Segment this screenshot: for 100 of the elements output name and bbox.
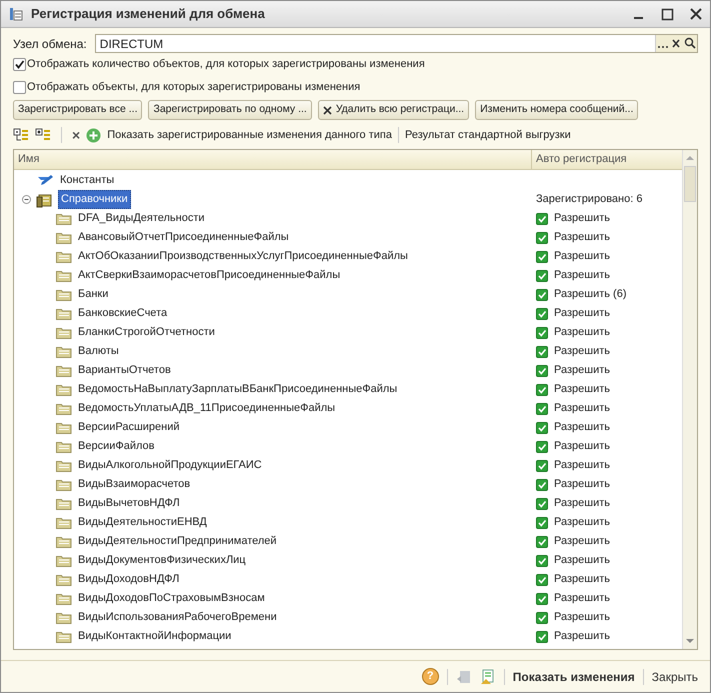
checkbox[interactable] xyxy=(536,516,548,528)
tree-item[interactable]: ВидыАлкогольнойПродукцииЕГАИС xyxy=(78,457,262,474)
action-button[interactable]: Изменить номера сообщений... xyxy=(475,100,638,120)
checkbox[interactable] xyxy=(536,346,548,358)
add-icon[interactable] xyxy=(86,128,102,142)
tree-item[interactable]: АктОбОказанииПроизводственныхУслугПрисоединенныеФайлы xyxy=(78,248,408,265)
search-icon[interactable] xyxy=(683,35,697,52)
tree-item[interactable]: ВерсииФайлов xyxy=(78,438,154,455)
folder-icon xyxy=(56,269,72,282)
toolbar-link[interactable]: Показать зарегистрированные изменения данного типа xyxy=(107,126,392,144)
checkbox[interactable] xyxy=(536,440,548,452)
folder-icon xyxy=(56,554,72,567)
action-button[interactable]: Зарегистрировать по одному ... xyxy=(148,100,312,120)
expand-icon[interactable] xyxy=(35,128,51,142)
checkbox[interactable] xyxy=(13,58,26,71)
folder-icon xyxy=(56,611,72,624)
tree-item[interactable]: DFA_ВидыДеятельности xyxy=(78,210,205,227)
delete-button[interactable]: Удалить всю регистраци... xyxy=(318,100,470,120)
folder-icon xyxy=(56,497,72,510)
folder-icon xyxy=(56,478,72,491)
folder-icon xyxy=(56,421,72,434)
checkbox[interactable] xyxy=(536,232,548,244)
checkbox[interactable] xyxy=(536,402,548,414)
checkbox[interactable] xyxy=(536,536,548,548)
auto-registration-text: Разрешить xyxy=(554,420,610,436)
tree-item[interactable]: ВидыДеятельностиПредпринимателей xyxy=(78,533,277,550)
tree-item[interactable]: ВидыДокументовФизическихЛиц xyxy=(78,552,246,569)
close-button[interactable]: Закрыть xyxy=(652,668,698,686)
checkbox[interactable] xyxy=(536,592,548,604)
checkbox[interactable] xyxy=(536,250,548,262)
close-icon xyxy=(322,106,332,114)
folder-icon xyxy=(56,516,72,529)
checkbox[interactable] xyxy=(536,612,548,624)
books-icon xyxy=(36,192,54,208)
auto-registration-text: Разрешить xyxy=(554,534,610,550)
delete-tool-button[interactable]: × xyxy=(72,124,80,146)
collapse-toggle-icon[interactable] xyxy=(22,195,31,204)
more-icon[interactable] xyxy=(655,35,669,52)
checkbox[interactable] xyxy=(536,574,548,586)
folder-icon xyxy=(56,326,72,339)
auto-registration-text: Разрешить xyxy=(554,268,610,284)
tree-item[interactable]: ВидыИспользованияРабочегоВремени xyxy=(78,609,277,626)
checkbox[interactable] xyxy=(536,308,548,320)
column-header[interactable]: Имя xyxy=(14,150,532,169)
tree-item[interactable]: Константы xyxy=(58,172,116,189)
tree-item[interactable]: ВерсииРасширений xyxy=(78,419,180,436)
tree-item[interactable]: АктСверкиВзаиморасчетовПрисоединенныеФайлы xyxy=(78,267,340,284)
tree-item[interactable]: Справочники xyxy=(58,190,131,209)
checkbox[interactable] xyxy=(536,460,548,472)
auto-registration-text: Разрешить xyxy=(554,591,610,606)
checkbox[interactable] xyxy=(536,384,548,396)
folder-icon xyxy=(56,459,72,472)
tree-item[interactable]: ВидыДоходовНДФЛ xyxy=(78,571,180,588)
tree-item[interactable]: ВидыДеятельностиЕНВД xyxy=(78,514,207,531)
checkbox[interactable] xyxy=(13,81,26,94)
auto-registration-text: Разрешить xyxy=(554,553,610,568)
auto-registration-text: Разрешить xyxy=(554,249,610,264)
tree-item[interactable]: ВидыВзаиморасчетов xyxy=(78,476,190,493)
checkbox[interactable] xyxy=(536,554,548,566)
tree-item[interactable]: ВидыДоходовПоСтраховымВзносам xyxy=(78,590,265,607)
folder-icon xyxy=(56,250,72,263)
tree-item[interactable]: АвансовыйОтчетПрисоединенныеФайлы xyxy=(78,229,289,246)
toolbar-link[interactable]: Результат стандартной выгрузки xyxy=(404,126,571,144)
tree-item[interactable]: БланкиСтрогойОтчетности xyxy=(78,324,215,341)
checkbox[interactable] xyxy=(536,422,548,434)
checkbox[interactable] xyxy=(536,478,548,490)
document-icon[interactable] xyxy=(480,668,496,684)
tree-item[interactable]: ВариантыОтчетов xyxy=(78,362,171,379)
auto-registration-text: Разрешить xyxy=(554,496,610,512)
checkbox[interactable] xyxy=(536,630,548,642)
close-icon[interactable] xyxy=(690,8,702,20)
tree-item[interactable]: Банки xyxy=(78,286,108,303)
folder-icon xyxy=(56,573,72,586)
auto-registration-text: Разрешить xyxy=(554,515,610,530)
node-input-field[interactable]: DIRECTUM xyxy=(94,34,698,53)
checkbox[interactable] xyxy=(536,364,548,376)
tree-item[interactable]: ВидыКонтактнойИнформации xyxy=(78,628,232,645)
tree-item[interactable]: ВедомостьУплатыАДВ_11ПрисоединенныеФайлы xyxy=(78,400,336,417)
field-label: Узел обмена: xyxy=(13,36,87,52)
scrollbar[interactable] xyxy=(682,150,697,649)
checkbox[interactable] xyxy=(536,288,548,300)
action-button[interactable]: Зарегистрировать все ... xyxy=(13,100,142,120)
checkbox[interactable] xyxy=(536,326,548,338)
checkbox[interactable] xyxy=(536,212,548,224)
auto-registration-text: Разрешить xyxy=(554,306,610,322)
auto-registration-text: Разрешить xyxy=(554,325,610,340)
tree-item[interactable]: ВедомостьНаВыплатуЗарплатыВБанкПрисоединенныеФайлы xyxy=(78,381,398,398)
checkbox[interactable] xyxy=(536,498,548,510)
maximize-icon[interactable] xyxy=(661,8,674,20)
scrollbar-thumb[interactable] xyxy=(684,166,696,202)
auto-registration-text: Разрешить xyxy=(554,211,610,226)
auto-registration-text: Разрешить xyxy=(554,382,610,398)
checkbox[interactable] xyxy=(536,270,548,282)
tree-item[interactable]: БанковскиеСчета xyxy=(78,305,168,322)
collapse-icon[interactable] xyxy=(13,128,29,142)
tree-item[interactable]: Валюты xyxy=(78,343,119,360)
auto-registration-text: Разрешить xyxy=(554,477,610,492)
column-header[interactable]: Авто регистрация xyxy=(532,150,682,169)
show-changes-button[interactable]: Показать изменения xyxy=(512,668,635,686)
tree-item[interactable]: ВидыВычетовНДФЛ xyxy=(78,495,180,512)
